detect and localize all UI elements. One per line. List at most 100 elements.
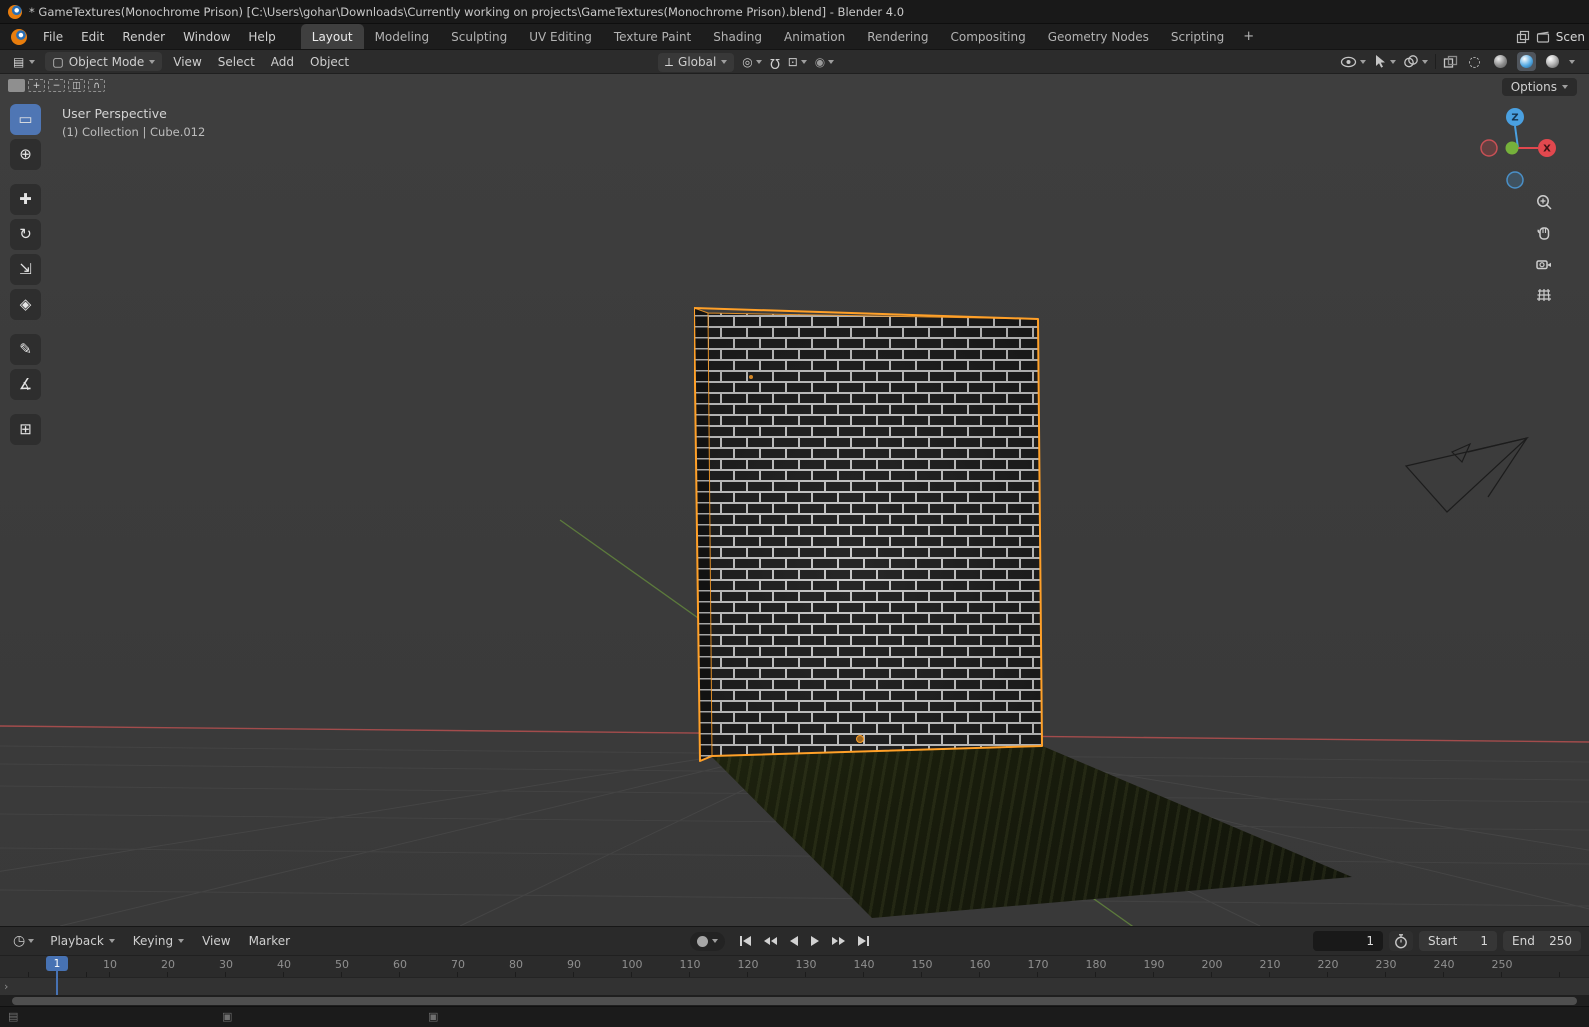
viewport-nav-buttons [1533, 191, 1555, 306]
select-mode-button[interactable]: + [28, 79, 45, 92]
workspace-tab[interactable]: Shading [702, 24, 773, 49]
titlebar: * GameTextures(Monochrome Prison) [C:\Us… [0, 0, 1589, 24]
workspace-tab[interactable]: Rendering [856, 24, 939, 49]
timeline-menu-item[interactable]: Keying [124, 934, 193, 948]
current-frame-value: 1 [1366, 934, 1374, 948]
rotate-tool[interactable]: ↻ [10, 219, 41, 250]
shading-solid-button[interactable] [1491, 52, 1510, 71]
viewport-3d[interactable]: + − ◫ ∩ Options User Perspective (1) Collec… [0, 74, 1589, 926]
timeline-track-area[interactable]: › [0, 977, 1589, 995]
previous-keyframe-button[interactable] [759, 931, 782, 951]
pivot-point-selector[interactable]: ◎ [742, 56, 762, 68]
expand-channels-icon[interactable]: › [4, 980, 8, 993]
current-frame-field[interactable]: 1 [1313, 931, 1383, 951]
jump-to-start-button[interactable] [735, 931, 756, 951]
measure-tool[interactable]: ∡ [10, 369, 41, 400]
brick-wall-object[interactable] [694, 304, 1044, 762]
perspective-toggle-button[interactable] [1533, 284, 1555, 306]
workspace-tab[interactable]: Animation [773, 24, 856, 49]
gizmos-toggle[interactable] [1373, 54, 1396, 69]
tool-shelf: ▭ ⊕ ✚ ↻ ⇲ ◈ ✎ ∡ ⊞ [10, 104, 41, 445]
menu-item[interactable]: Edit [72, 24, 113, 49]
timeline-ruler[interactable]: 10 20 30 40 50 60 70 80 90 100 110 120 130 140 150 160 1… [0, 955, 1589, 977]
viewport-menu-item[interactable]: Add [263, 55, 302, 69]
visibility-toggle[interactable] [1340, 56, 1366, 68]
magnifier-icon [1537, 195, 1552, 210]
camera-wireframe [1404, 436, 1530, 513]
timeline-menu-item[interactable]: Playback [41, 934, 124, 948]
menu-item[interactable]: Window [174, 24, 239, 49]
playhead[interactable]: 1 [46, 956, 68, 971]
add-cube-tool[interactable]: ⊞ [10, 414, 41, 445]
select-mode-button[interactable]: − [48, 79, 65, 92]
transform-orientation-selector[interactable]: ⟂ Global [658, 52, 735, 72]
menu-item[interactable]: Render [113, 24, 174, 49]
timeline-menu-item[interactable]: Marker [240, 934, 299, 948]
mode-selector[interactable]: ▢ Object Mode [45, 52, 163, 71]
navigation-gizmo[interactable]: Z X [1474, 100, 1562, 192]
xray-toggle[interactable] [1443, 55, 1458, 69]
tool-icon: ⊞ [19, 421, 32, 438]
triangle-right-icon [858, 936, 866, 946]
menu-item[interactable]: Help [239, 24, 284, 49]
overlays-toggle[interactable] [1403, 55, 1428, 68]
ruler-tick-label: 220 [1317, 958, 1339, 971]
select-mode-button[interactable]: ∩ [88, 79, 105, 92]
workspace-tab[interactable]: Sculpting [440, 24, 518, 49]
editor-type-selector[interactable]: ▤ [6, 52, 42, 71]
camera-icon [1536, 260, 1551, 270]
select-mode-button[interactable]: ◫ [68, 79, 85, 92]
proportional-editing-selector[interactable]: ◉ [815, 56, 835, 68]
scale-tool[interactable]: ⇲ [10, 254, 41, 285]
transform-tool[interactable]: ◈ [10, 289, 41, 320]
workspace-tab[interactable]: Layout [300, 24, 364, 49]
next-keyframe-button[interactable] [827, 931, 850, 951]
options-button[interactable]: Options [1501, 78, 1577, 96]
end-frame-field[interactable]: End 250 [1503, 931, 1581, 951]
snap-target-selector[interactable]: ⊡ [788, 56, 807, 68]
use-preview-range-button[interactable] [1389, 931, 1413, 951]
timeline-editor-type-selector[interactable]: ◷ [8, 934, 39, 948]
workspace-tab[interactable]: UV Editing [518, 24, 603, 49]
editor-corner-icon: ▤ [8, 1010, 19, 1023]
jump-to-end-button[interactable] [853, 931, 874, 951]
scrollbar-handle[interactable] [12, 997, 1577, 1005]
snap-toggle[interactable]: Ω [770, 55, 780, 70]
play-reverse-button[interactable] [785, 931, 803, 951]
timeline-menu-item[interactable]: View [193, 934, 239, 948]
select-box-tool[interactable]: ▭ [10, 104, 41, 135]
blender-window: * GameTextures(Monochrome Prison) [C:\Us… [0, 0, 1589, 1027]
workspace-tab[interactable]: Geometry Nodes [1037, 24, 1160, 49]
ruler-tick-label: 240 [1433, 958, 1455, 971]
auto-keying-toggle[interactable] [690, 931, 725, 951]
chevron-down-icon [29, 59, 36, 64]
chevron-down-icon [108, 939, 115, 943]
shading-rendered-button[interactable] [1543, 52, 1562, 71]
cursor-tool[interactable]: ⊕ [10, 139, 41, 170]
pan-button[interactable] [1533, 222, 1555, 244]
viewport-menu-item[interactable]: View [165, 55, 209, 69]
workspace-tab[interactable]: Modeling [364, 24, 441, 49]
blender-menu-button[interactable] [4, 24, 34, 49]
separator [1435, 54, 1436, 69]
menu-item[interactable]: File [34, 24, 72, 49]
workspace-tab[interactable]: Texture Paint [603, 24, 702, 49]
viewport-menu-item[interactable]: Select [210, 55, 263, 69]
viewport-menu-item[interactable]: Object [302, 55, 357, 69]
axis-z-negative [1506, 171, 1524, 189]
select-mode-button[interactable] [8, 79, 25, 92]
add-workspace-button[interactable]: + [1235, 24, 1262, 49]
scene-selector[interactable]: Scen [1510, 24, 1585, 49]
shading-material-preview-button[interactable] [1517, 52, 1536, 71]
zoom-button[interactable] [1533, 191, 1555, 213]
shading-wireframe-button[interactable]: ◌ [1465, 52, 1484, 71]
window-title: * GameTextures(Monochrome Prison) [C:\Us… [29, 4, 905, 19]
ruler-tick-label: 30 [219, 958, 233, 971]
workspace-tab[interactable]: Scripting [1160, 24, 1235, 49]
play-button[interactable] [806, 931, 824, 951]
workspace-tab[interactable]: Compositing [939, 24, 1036, 49]
start-frame-field[interactable]: Start 1 [1419, 931, 1497, 951]
annotate-tool[interactable]: ✎ [10, 334, 41, 365]
move-tool[interactable]: ✚ [10, 184, 41, 215]
camera-view-button[interactable] [1533, 253, 1555, 275]
